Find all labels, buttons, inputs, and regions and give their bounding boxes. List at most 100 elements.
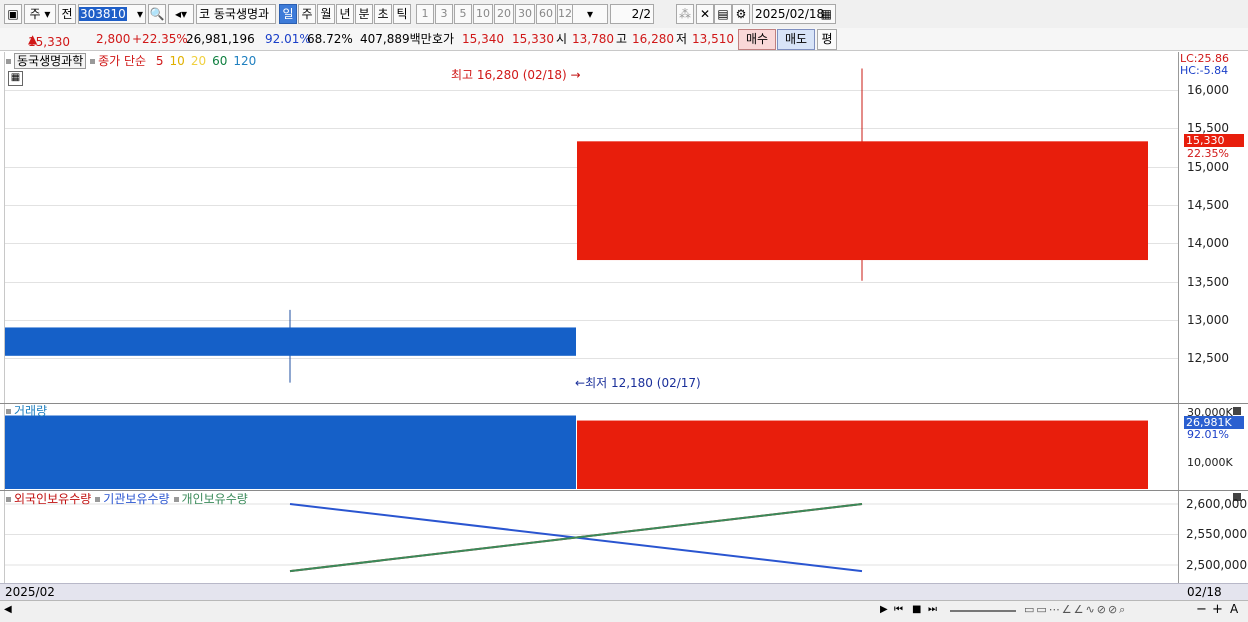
- price-value: 15,330: [28, 35, 70, 49]
- eval-button[interactable]: 평: [817, 29, 837, 50]
- panel-close-icon[interactable]: [1233, 407, 1241, 415]
- panel-divider[interactable]: [0, 403, 1248, 404]
- market-select[interactable]: 주 ▾: [24, 4, 56, 24]
- price-change: 2,800: [96, 32, 131, 46]
- forward-icon[interactable]: ⏭: [928, 604, 937, 615]
- save-icon[interactable]: ▤: [714, 4, 732, 24]
- scroll-left-icon[interactable]: ◀: [4, 604, 12, 615]
- volume-pct-marker: 92.01%: [1187, 428, 1229, 441]
- vol-tick: 10,000K: [1187, 456, 1233, 469]
- change-percent: +22.35%: [132, 32, 188, 46]
- ma-legend-2[interactable]: 20: [191, 54, 206, 68]
- window-menu-icon[interactable]: ▣: [4, 4, 22, 24]
- stop-icon[interactable]: ■: [912, 604, 921, 615]
- period-tab-5[interactable]: 초: [374, 4, 392, 24]
- hc-label: HC:-5.84: [1180, 64, 1229, 77]
- price-tick: 16,000: [1187, 83, 1229, 97]
- speaker-icon[interactable]: ◂▾: [168, 4, 194, 24]
- interval-button-5[interactable]: 30: [515, 4, 535, 24]
- high-label: 고: [616, 32, 628, 46]
- drawing-tools-icon[interactable]: ▭▭⋯∠∠∿⊘⊘⌕: [1024, 603, 1127, 617]
- volume-legend: 거래량: [6, 404, 47, 418]
- period-tab-6[interactable]: 틱: [393, 4, 411, 24]
- open-price: 13,780: [572, 32, 614, 46]
- table-icon[interactable]: ▦: [8, 71, 23, 86]
- price-tick: 15,000: [1187, 160, 1229, 174]
- period-tab-0[interactable]: 일: [279, 4, 297, 24]
- ma-legend-3[interactable]: 60: [212, 54, 227, 68]
- interval-button-4[interactable]: 20: [494, 4, 514, 24]
- sell-button[interactable]: 매도: [777, 29, 815, 50]
- link-icon[interactable]: ⁂: [676, 4, 694, 24]
- code-value: 303810: [79, 7, 127, 21]
- candle-body: [577, 141, 1148, 261]
- stock-name: 동국생명과: [213, 7, 270, 21]
- buy-button[interactable]: 매수: [738, 29, 776, 50]
- zoom-slider[interactable]: [950, 610, 1016, 612]
- interval-button-6[interactable]: 60: [536, 4, 556, 24]
- name-prefix: 코: [199, 7, 211, 21]
- low-annotation: ←최저 12,180 (02/17): [575, 376, 701, 390]
- price-tick: 13,000: [1187, 313, 1229, 327]
- open-label: 시: [556, 32, 568, 46]
- interval-button-0[interactable]: 1: [416, 4, 434, 24]
- volume-bar: [577, 420, 1148, 489]
- interval-button-3[interactable]: 10: [473, 4, 493, 24]
- date-value: 2025/02/18: [755, 7, 825, 21]
- date-input[interactable]: 2025/02/18 ▦: [752, 4, 836, 24]
- panel-divider[interactable]: [0, 490, 1248, 491]
- period-tab-3[interactable]: 년: [336, 4, 354, 24]
- date-axis-left: 2025/02: [5, 585, 55, 599]
- ask-price: 15,340: [462, 32, 504, 46]
- ma-legend-1[interactable]: 10: [170, 54, 185, 68]
- calendar-icon[interactable]: ▦: [821, 5, 832, 23]
- play-icon[interactable]: ▶: [880, 604, 888, 615]
- period-tab-4[interactable]: 분: [355, 4, 373, 24]
- stock-label[interactable]: 동국생명과학: [14, 53, 87, 69]
- holdings-legend-0[interactable]: 외국인보유수량: [14, 492, 91, 506]
- search-icon[interactable]: 🔍: [148, 4, 166, 24]
- ma-legend-4[interactable]: 120: [233, 54, 256, 68]
- volume-ratio: 92.01%: [265, 32, 311, 46]
- stock-name-field[interactable]: 코 동국생명과: [196, 4, 276, 24]
- scroll-bar[interactable]: ◀ ▶ ⏮ ■ ⏭ ▭▭⋯∠∠∿⊘⊘⌕ − + A: [0, 600, 1248, 622]
- zoom-in-icon[interactable]: +: [1212, 602, 1223, 617]
- current-pct-marker: 22.35%: [1187, 147, 1229, 160]
- period-tab-1[interactable]: 주: [298, 4, 316, 24]
- market-label: 주: [29, 7, 41, 21]
- gear-icon[interactable]: ⚙: [732, 4, 750, 24]
- high-note-text: 최고 16,280 (02/18): [451, 68, 567, 82]
- volume-bar: [5, 415, 576, 489]
- high-annotation: 최고 16,280 (02/18) →: [451, 68, 581, 82]
- low-note-text: 최저 12,180 (02/17): [585, 376, 701, 390]
- trade-amount: 407,889백만: [360, 32, 432, 46]
- code-input[interactable]: 303810 ▾: [78, 4, 146, 24]
- current-price: 15,330 ▲: [28, 32, 70, 49]
- period-tab-2[interactable]: 월: [317, 4, 335, 24]
- price-tick: 14,500: [1187, 198, 1229, 212]
- page-indicator[interactable]: 2/2: [610, 4, 654, 24]
- prev-button[interactable]: 전: [58, 4, 76, 24]
- holdings-legend: 외국인보유수량 기관보유수량 개인보유수량: [6, 492, 248, 506]
- extra-select[interactable]: ▾: [572, 4, 608, 24]
- ma-legend-title: 종가 단순: [98, 54, 147, 68]
- turnover-rate: 68.72%: [307, 32, 353, 46]
- high-price: 16,280: [632, 32, 674, 46]
- quote-label: 호가: [432, 32, 455, 46]
- rewind-icon[interactable]: ⏮: [894, 604, 903, 615]
- price-tick: 12,500: [1187, 351, 1229, 365]
- crosshair-icon[interactable]: ✕: [696, 4, 714, 24]
- toolbar: ▣ 주 ▾ 전 303810 ▾ 🔍 ◂▾ 코 동국생명과 일주월년분초틱 135…: [0, 0, 1248, 29]
- volume-title: 거래량: [14, 404, 48, 418]
- quote-info-bar: 15,330 ▲ 2,800 +22.35% 26,981,196 92.01%…: [0, 28, 1248, 51]
- date-axis-right: 02/18: [1187, 585, 1222, 599]
- interval-button-1[interactable]: 3: [435, 4, 453, 24]
- interval-button-2[interactable]: 5: [454, 4, 472, 24]
- date-axis: 2025/02 02/18: [0, 583, 1248, 601]
- holdings-legend-1[interactable]: 기관보유수량: [103, 492, 169, 506]
- font-size-icon[interactable]: A: [1230, 602, 1238, 616]
- candle-body: [5, 327, 576, 356]
- zoom-out-icon[interactable]: −: [1196, 602, 1207, 617]
- holdings-legend-2[interactable]: 개인보유수량: [182, 492, 248, 506]
- ma-legend-0[interactable]: 5: [156, 54, 164, 68]
